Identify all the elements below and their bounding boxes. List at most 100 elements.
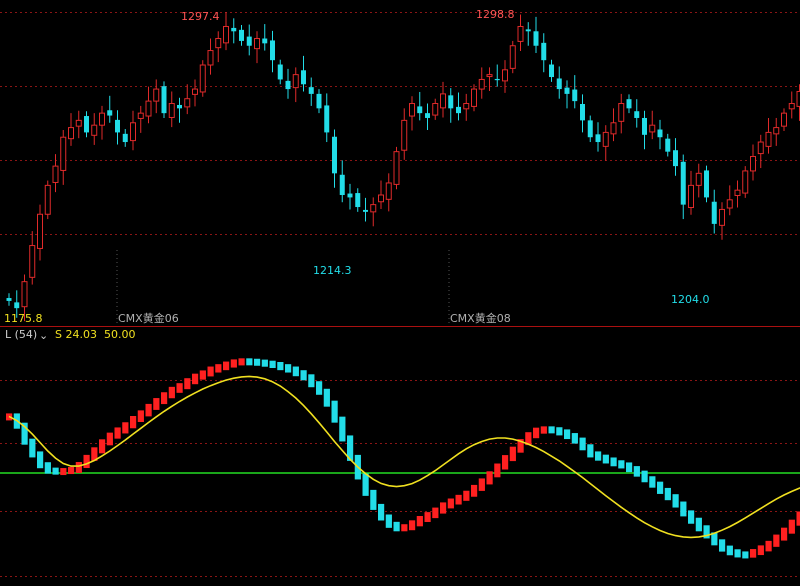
oscillator-block-falling [649,476,656,488]
candle-body-up [52,165,59,183]
oscillator-block-rising [60,468,67,476]
price-annotation-high: 1298.8 [476,8,515,21]
candle-body-up [742,170,749,194]
oscillator-block-falling [339,416,346,442]
candle-body-up [719,208,725,226]
oscillator-block-rising [796,511,800,526]
candle-body-up [478,78,485,90]
candle-body-down [680,161,686,205]
oscillator-block-falling [657,481,664,494]
price-annotation-low: 1214.3 [313,264,352,277]
oscillator-block-rising [122,422,129,434]
oscillator-block-falling [254,358,261,366]
oscillator-block-falling [564,429,571,440]
oscillator-block-falling [742,551,749,559]
candle-body-down [239,29,244,41]
oscillator-block-rising [168,386,175,399]
chart-canvas: 1297.4 1298.8 1214.3 1204.0 1175.8 CMX黄金06 C… [0,0,800,586]
oscillator-block-falling [719,539,726,552]
candle-body-up [471,88,477,107]
candle-body-down [115,119,120,133]
candle-body-up [409,103,415,117]
oscillator-block-rising [416,516,423,527]
oscillator-block-falling [285,364,292,373]
oscillator-block-falling [331,400,338,423]
oscillator-block-rising [401,524,408,532]
candle-body-down [595,134,601,143]
candle-body-up [463,103,470,110]
oscillator-block-falling [300,370,307,381]
candle-body-up [370,204,377,213]
oscillator-block-rising [99,439,106,454]
candle-body-down [525,29,531,32]
candle-body-up [254,38,260,50]
oscillator-block-rising [199,370,206,380]
candle-body-down [122,133,128,143]
candle-body-up [223,25,229,44]
oscillator-block-rising [765,540,772,552]
oscillator-block-rising [750,549,757,558]
candle-body-up [75,119,82,127]
candle-body-up [91,124,98,136]
oscillator-block-falling [269,360,276,368]
candle-body-up [130,122,136,142]
chevron-down-icon[interactable]: ⌄ [39,329,48,342]
candle-body-up [153,88,160,102]
oscillator-block-rising [455,494,462,505]
candle-body-up [60,136,67,171]
candle-body-down [673,150,678,167]
oscillator-block-falling [556,427,563,436]
oscillator-block-falling [672,494,679,508]
oscillator-block-falling [277,362,284,371]
oscillator-block-falling [37,451,44,469]
candle-body-down [704,170,709,198]
oscillator-block-rising [471,484,478,497]
oscillator-block-rising [223,361,230,371]
candle-body-down [246,36,252,46]
candle-body-down [417,106,423,114]
candle-body-down [363,209,368,212]
oscillator-block-rising [230,359,237,368]
candle-body-down [332,136,337,174]
candle-body-down [634,111,640,118]
instrument-marker-label-2: CMX黄金08 [450,311,511,325]
candle-body-up [509,45,516,69]
candle-body-down [549,64,554,78]
oscillator-block-falling [626,462,633,473]
candle-body-down [572,89,578,102]
oscillator-block-rising [409,520,416,531]
oscillator-block-falling [587,444,594,458]
price-annotation-high: 1297.4 [181,10,220,23]
candle-body-up [781,112,787,127]
oscillator-block-rising [207,366,214,377]
candle-body-up [486,74,493,78]
candle-body-up [618,103,625,122]
legend-reference-value: 50.00 [104,328,136,341]
oscillator-block-rising [540,426,547,434]
candle-body-up [385,182,392,200]
candle-body-up [502,69,508,82]
oscillator-legend: L (54) ⌄ S 24.03 50.00 [5,328,136,342]
candle-body-up [750,155,756,172]
oscillator-block-rising [502,455,509,470]
candle-body-up [432,103,439,116]
oscillator-block-rising [106,432,113,446]
oscillator-block-falling [316,381,323,395]
candle-body-up [44,184,51,215]
candle-body-up [21,281,28,308]
oscillator-block-falling [362,473,369,496]
oscillator-block-falling [548,426,555,434]
candle-body-down [177,104,182,109]
oscillator-block-rising [440,502,447,514]
candle-body-down [494,78,500,81]
oscillator-block-rising [424,512,431,523]
candle-body-down [456,106,461,114]
candle-body-up [99,112,105,126]
oscillator-block-rising [238,358,245,366]
candle-body-down [642,117,647,135]
oscillator-block-falling [595,451,602,461]
oscillator-block-rising [75,462,82,473]
candle-body-up [440,93,446,109]
oscillator-block-falling [610,457,617,467]
candle-body-down [308,87,314,94]
